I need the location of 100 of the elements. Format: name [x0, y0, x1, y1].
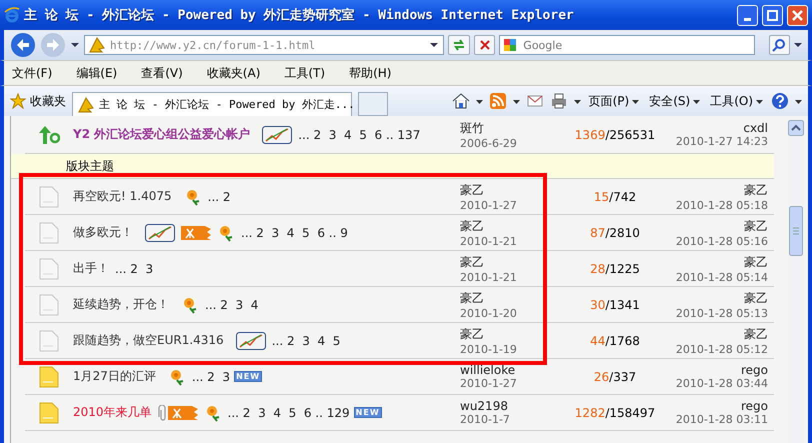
menu-item[interactable]: 查看(V): [141, 64, 183, 82]
scrollbar[interactable]: [788, 120, 804, 443]
topic-title[interactable]: 跟随趋势，做空EUR1.4316: [73, 332, 224, 349]
last-post-time: 2010-1-28 05:16: [676, 234, 768, 248]
page-links[interactable]: ... 2 3 4 5 6 .. 9: [241, 226, 348, 240]
page-links[interactable]: ... 2 3 4 5: [272, 334, 340, 348]
reply-count: 1282: [574, 406, 606, 420]
browser-logo-icon: [4, 7, 20, 23]
post-date: 2010-1-21: [460, 234, 518, 248]
topic-title[interactable]: 再空欧元! 1.4075: [73, 188, 172, 205]
chart-icon: [236, 332, 266, 350]
chart-icon: [145, 224, 175, 242]
chart-icon: [262, 126, 292, 144]
window-title: 主 论 坛 - 外汇论坛 - Powered by 外汇走势研究室 - Windows Internet Explorer: [24, 6, 575, 24]
last-poster[interactable]: 豪乙: [744, 290, 768, 306]
page-links[interactable]: ... 2 3 4 5 6 .. 137: [298, 128, 420, 142]
view-count: /1768: [605, 334, 640, 348]
view-count: /256531: [605, 128, 656, 142]
new-badge: NEW: [354, 407, 382, 418]
dropdown-arrow-icon: [476, 98, 483, 104]
search-button[interactable]: [768, 35, 790, 55]
topic-title[interactable]: Y2 外汇论坛爱心组公益爱心帐户: [73, 126, 250, 143]
maximize-icon: [767, 10, 778, 20]
menu-item[interactable]: 编辑(E): [76, 64, 118, 82]
post-date: 2010-1-27: [460, 198, 518, 212]
menu-item[interactable]: 收藏夹(A): [206, 64, 260, 82]
author-name[interactable]: 斑竹: [460, 120, 560, 136]
reply-count: 44: [590, 334, 606, 348]
reply-count: 28: [590, 262, 606, 276]
author-name[interactable]: 豪乙: [460, 218, 560, 234]
back-icon: [10, 32, 36, 58]
dropdown-arrow-icon: [693, 98, 700, 104]
page-links[interactable]: ... 2: [208, 190, 231, 204]
pinned-arrow-icon: [38, 124, 60, 144]
paperclip-icon: [158, 404, 168, 420]
stop-button[interactable]: [474, 35, 496, 55]
last-post-time: 2010-1-28 05:13: [676, 306, 768, 320]
menu-item[interactable]: 工具(T): [284, 64, 326, 82]
minimize-button[interactable]: [737, 4, 758, 26]
scroll-thumb-icon: [789, 206, 803, 256]
last-poster[interactable]: 豪乙: [744, 326, 768, 342]
author-name[interactable]: 豪乙: [460, 182, 560, 198]
topic-title[interactable]: 1月27日的汇评: [73, 368, 156, 385]
refresh-button[interactable]: [448, 35, 470, 55]
search-box[interactable]: Google: [499, 35, 755, 55]
forward-icon: [40, 32, 66, 58]
last-post-time: 2010-1-28 05:18: [676, 198, 768, 212]
toolbar-menu-button[interactable]: 工具(O): [708, 92, 765, 110]
last-poster[interactable]: 豪乙: [744, 254, 768, 270]
last-poster[interactable]: cxdl: [743, 121, 768, 135]
last-post-time: 2010-1-28 03:11: [676, 413, 768, 426]
dropdown-arrow-icon: [795, 98, 802, 104]
stop-icon: [478, 39, 491, 51]
view-count: /2810: [605, 226, 640, 240]
dropdown-arrow-icon: [794, 41, 802, 49]
dropdown-arrow-icon: [70, 40, 80, 50]
section-header: 版块主题: [66, 158, 114, 174]
post-date: 2010-1-20: [460, 306, 518, 320]
post-date: 2010-1-7: [460, 413, 511, 426]
favorites-label[interactable]: 收藏夹: [30, 92, 66, 110]
page-links[interactable]: ... 2 3: [115, 262, 154, 276]
topic-title[interactable]: 延续趋势，开仓！: [73, 296, 169, 313]
address-field[interactable]: http://www.y2.cn/forum-1-1.html: [84, 35, 444, 55]
topic-title[interactable]: 2010年来几单: [73, 404, 152, 421]
view-count: /742: [609, 190, 636, 204]
last-poster[interactable]: 豪乙: [744, 218, 768, 234]
last-poster[interactable]: rego: [740, 399, 768, 413]
page-links[interactable]: ... 2 3 4: [205, 298, 258, 312]
reply-count: 87: [590, 226, 606, 240]
search-icon: [772, 38, 786, 52]
reply-count: 1369: [574, 128, 606, 142]
maximize-button[interactable]: [762, 4, 783, 26]
page-links[interactable]: ... 2 3: [192, 370, 230, 384]
last-post-time: 2010-1-28 05:12: [676, 342, 768, 356]
new-badge: NEW: [234, 371, 262, 382]
author-name[interactable]: 豪乙: [460, 254, 560, 270]
author-name[interactable]: wu2198: [460, 399, 560, 413]
flower-icon: [181, 296, 199, 314]
last-poster[interactable]: rego: [740, 363, 768, 377]
last-post-time: 2010-1-28 05:14: [676, 270, 768, 284]
page-links[interactable]: ... 2 3 4 5 6 .. 129: [228, 406, 350, 420]
topic-title[interactable]: 做多欧元！: [73, 224, 133, 241]
author-name[interactable]: 豪乙: [460, 326, 560, 342]
rss-icon: [488, 92, 507, 110]
toolbar-menu-button[interactable]: 页面(P): [586, 92, 642, 110]
close-button[interactable]: [787, 4, 808, 26]
menu-item[interactable]: 文件(F): [12, 64, 52, 82]
topic-title[interactable]: 出手！: [73, 260, 109, 277]
toolbar-menu-button[interactable]: 安全(S): [647, 92, 702, 110]
home-icon: [452, 92, 470, 110]
view-count: /158497: [605, 406, 656, 420]
printer-icon: [550, 92, 568, 110]
search-provider-icon: [503, 38, 518, 52]
author-name[interactable]: willieloke: [460, 363, 560, 377]
help-icon: [771, 92, 789, 110]
menu-item[interactable]: 帮助(H): [349, 64, 392, 82]
last-poster[interactable]: 豪乙: [744, 182, 768, 198]
view-count: /1341: [605, 298, 640, 312]
browser-tab[interactable]: 主 论 坛 - 外汇论坛 - Powered by 外汇走...: [72, 92, 352, 116]
author-name[interactable]: 豪乙: [460, 290, 560, 306]
